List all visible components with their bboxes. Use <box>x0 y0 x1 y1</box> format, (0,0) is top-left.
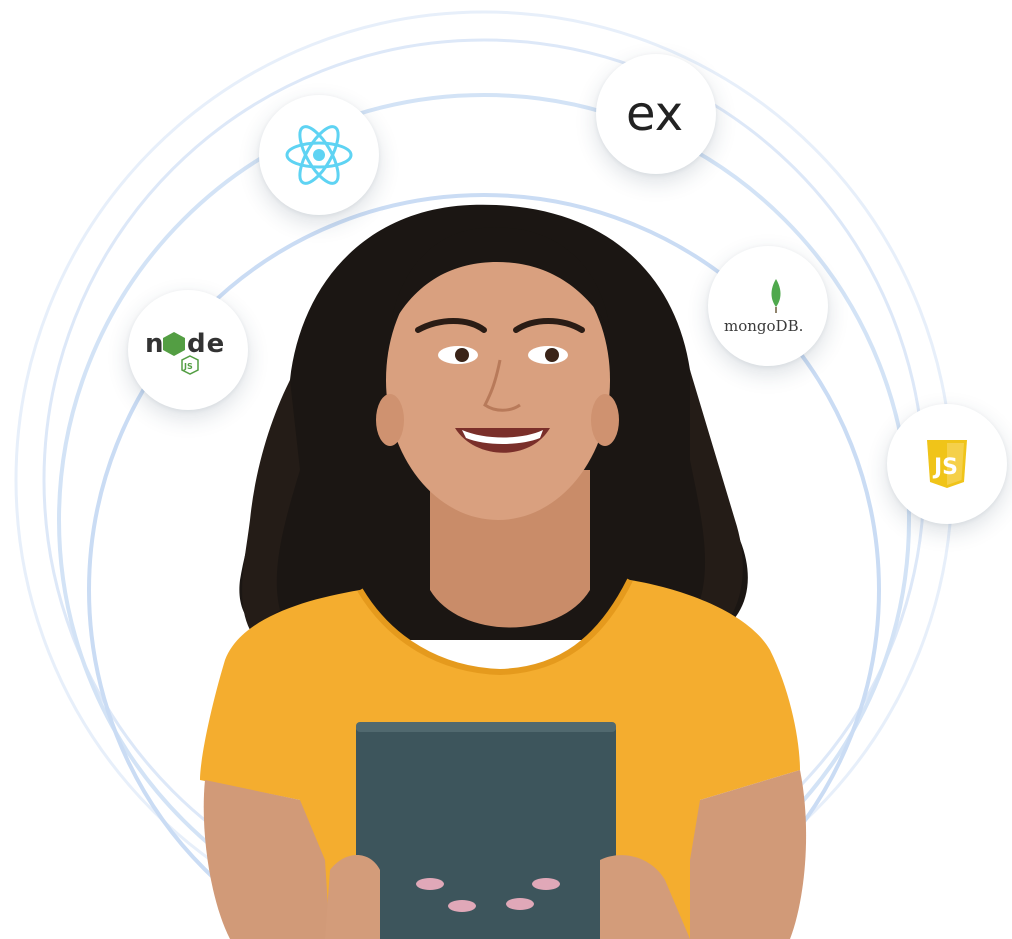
javascript-badge: JS <box>887 404 1007 524</box>
mongodb-badge: mongoDB. <box>708 246 828 366</box>
svg-text:ex: ex <box>626 86 683 142</box>
person-with-tablet <box>200 204 807 939</box>
hero-illustration: n de JS ex mongoDB. JS <box>0 0 1012 939</box>
svg-text:de: de <box>187 329 225 359</box>
svg-text:mongoDB.: mongoDB. <box>724 317 803 335</box>
javascript-icon: JS <box>927 440 967 488</box>
mongodb-icon: mongoDB. <box>724 279 803 335</box>
svg-text:JS: JS <box>183 362 193 371</box>
svg-text:n: n <box>145 329 165 359</box>
svg-text:JS: JS <box>932 455 958 480</box>
react-badge <box>259 95 379 215</box>
express-icon: ex <box>626 86 683 142</box>
react-icon <box>285 125 353 185</box>
nodejs-icon: n de JS <box>145 329 225 375</box>
express-badge: ex <box>596 54 716 174</box>
nodejs-badge: n de JS <box>128 290 248 410</box>
